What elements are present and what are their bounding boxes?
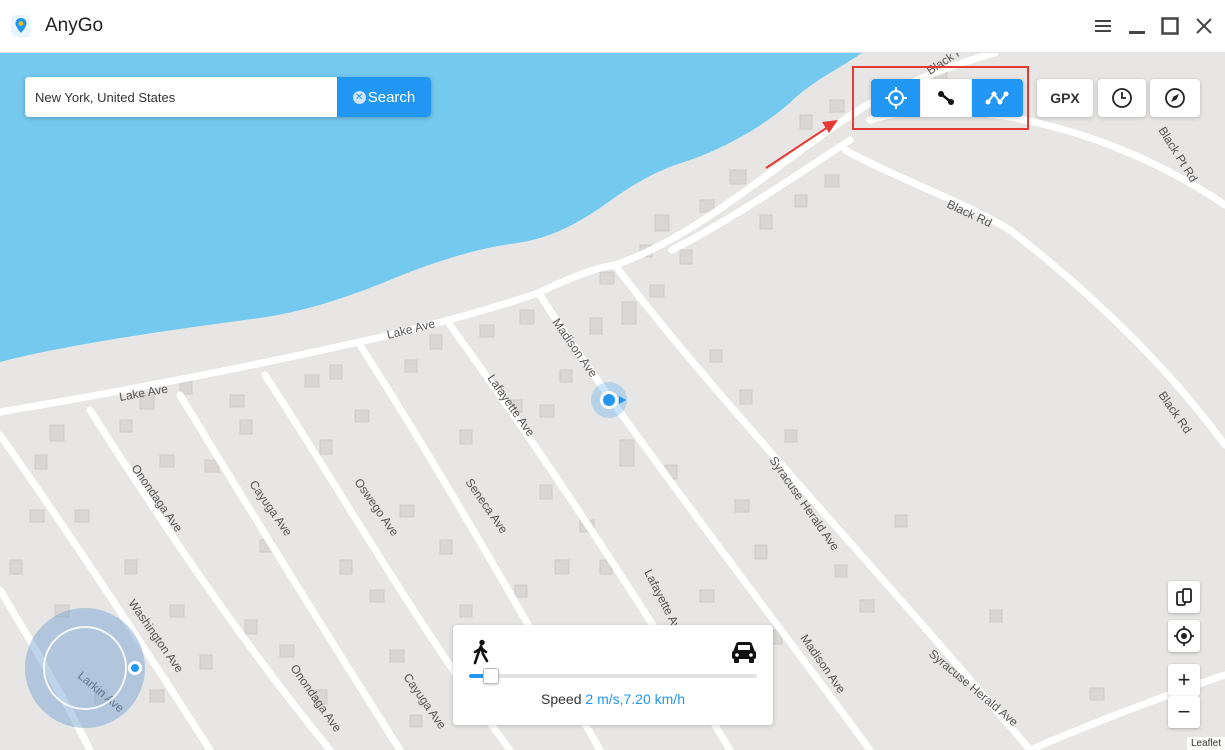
street-label: Lake Ave: [385, 316, 436, 342]
car-icon[interactable]: [730, 639, 758, 665]
search-button[interactable]: ✕ Search: [337, 77, 431, 117]
zoom-out-button[interactable]: −: [1168, 696, 1200, 728]
compass-button[interactable]: [1150, 79, 1200, 117]
device-switch-icon: [1176, 588, 1192, 606]
close-icon[interactable]: [1192, 14, 1216, 38]
street-label: Cayuga Ave: [401, 671, 450, 732]
speed-slider[interactable]: [469, 668, 757, 684]
locate-button[interactable]: [1168, 620, 1200, 652]
walking-icon[interactable]: [471, 639, 491, 665]
device-switch-button[interactable]: [1168, 581, 1200, 613]
app-title: AnyGo: [45, 15, 104, 36]
street-label: Cayuga Ave: [247, 478, 296, 539]
minimize-icon[interactable]: [1125, 14, 1149, 38]
street-label: Lafayette Ave: [485, 372, 538, 440]
street-label: Onondaga Ave: [129, 462, 186, 535]
street-label: Syracuse Herald Ave: [767, 454, 843, 554]
highlight-box: [852, 66, 1029, 130]
zoom-in-button[interactable]: +: [1168, 664, 1200, 696]
title-bar: AnyGo: [0, 0, 1225, 53]
street-label: Syracuse Herald Ave: [926, 647, 1021, 730]
gpx-button[interactable]: GPX: [1037, 79, 1093, 117]
clock-icon: [1112, 88, 1132, 108]
compass-icon: [1165, 88, 1185, 108]
location-marker[interactable]: [591, 382, 627, 418]
map-pin-icon: [11, 15, 31, 37]
clear-icon[interactable]: ✕: [352, 90, 366, 104]
menu-icon[interactable]: [1091, 14, 1115, 38]
map-attribution[interactable]: Leaflet: [1186, 737, 1225, 750]
history-button[interactable]: [1098, 79, 1146, 117]
speed-value: 2 m/s,7.20 km/h: [585, 691, 685, 707]
speed-panel: Speed 2 m/s,7.20 km/h: [453, 625, 773, 725]
street-label: Black Rd: [945, 197, 994, 230]
joystick[interactable]: [25, 608, 145, 728]
locate-icon: [1174, 626, 1194, 646]
speed-label: Speed: [541, 691, 582, 707]
search-input[interactable]: [25, 77, 347, 117]
search-box: ✕ Search: [25, 77, 431, 117]
speed-readout: Speed 2 m/s,7.20 km/h: [453, 691, 773, 707]
maximize-icon[interactable]: [1158, 14, 1182, 38]
speed-slider-thumb[interactable]: [483, 668, 500, 684]
map-view[interactable]: Black Pt Rd Black Pt Rd Black Rd Black R…: [0, 53, 1225, 750]
search-button-label: Search: [367, 88, 416, 106]
street-label: Onondaga Ave: [288, 662, 345, 735]
